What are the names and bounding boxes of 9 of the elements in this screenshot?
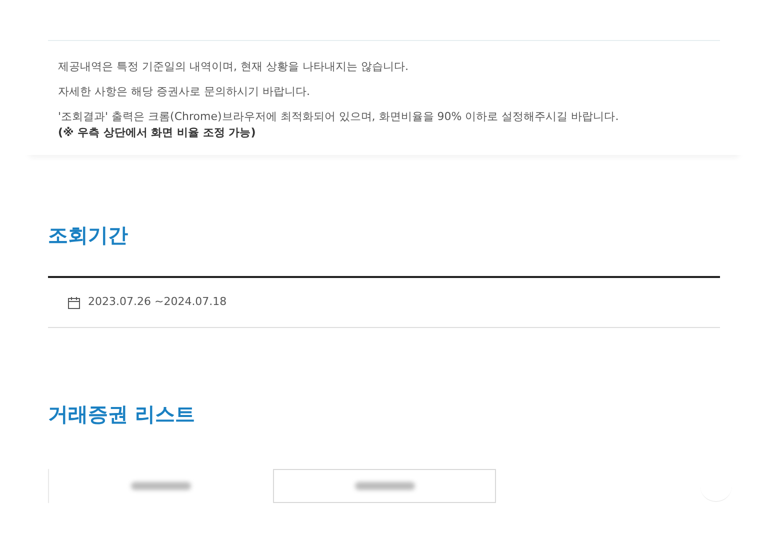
notice-text: 제공내역은 특정 기준일의 내역이며, 현재 상황을 나타내지는 않습니다. — [58, 59, 410, 75]
tab[interactable] — [273, 469, 496, 503]
calendar-icon — [68, 296, 80, 308]
section-heading: 조회기간 — [48, 222, 129, 249]
notice-text: (※ 우측 상단에서 화면 비율 조정 가능) — [58, 125, 257, 141]
notice-text: 자세한 사항은 해당 증권사로 문의하시기 바랍니다. — [58, 84, 311, 100]
section-heading: 거래증권 리스트 — [48, 401, 196, 428]
date-range: 2023.07.26 ~2024.07.18 — [88, 294, 227, 310]
notice-text: '조회결과' 출력은 크롬(Chrome)브라우저에 최적화되어 있으며, 화면비율을 90% 이하로 설정해주시길 바랍니다. — [58, 109, 620, 125]
